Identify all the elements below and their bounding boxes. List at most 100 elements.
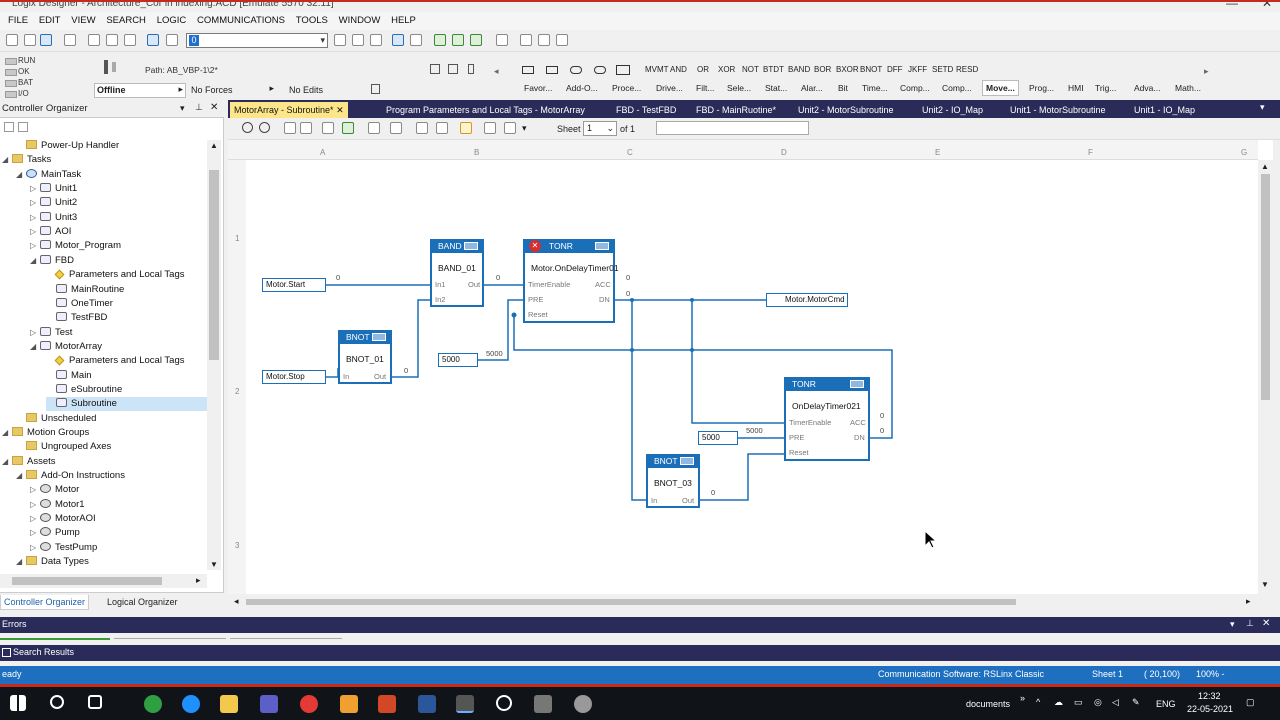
instr-or[interactable]: OR [697, 65, 709, 74]
find-icon[interactable] [334, 34, 346, 46]
tree-item[interactable]: eSubroutine [46, 383, 122, 397]
add-block-icon[interactable] [616, 65, 630, 75]
scroll-left-icon[interactable]: ◂ [234, 596, 239, 607]
browse-icon[interactable] [370, 34, 382, 46]
expand-all-icon[interactable] [18, 122, 28, 132]
block-properties-icon[interactable] [464, 242, 478, 250]
app3-icon[interactable] [574, 695, 592, 713]
expand-toggle-icon[interactable]: ▷ [30, 196, 40, 210]
tree-item[interactable]: OneTimer [46, 297, 113, 311]
pin-timerenable[interactable]: TimerEnable [528, 280, 570, 289]
tree-item[interactable]: Parameters and Local Tags [46, 268, 184, 282]
menu-communications[interactable]: COMMUNICATIONS [193, 12, 289, 26]
new-icon[interactable] [6, 34, 18, 46]
tab-unit2-motorsubroutine[interactable]: Unit2 - MotorSubroutine [794, 102, 898, 118]
tree-item[interactable]: ▷ Unit3 [30, 211, 77, 225]
expand-toggle-icon[interactable]: ◢ [2, 455, 12, 469]
expand-toggle-icon[interactable]: ▷ [30, 211, 40, 225]
instr-btdt[interactable]: BTDT [763, 65, 784, 74]
tree-item[interactable]: ▷ TestPump [30, 541, 97, 555]
pin-pre[interactable]: PRE [528, 295, 543, 304]
instr-bxor[interactable]: BXOR [836, 65, 859, 74]
scroll-thumb[interactable] [1261, 174, 1270, 400]
block-bnot-01[interactable]: BNOT BNOT_01 In Out [338, 330, 392, 384]
scroll-down-icon[interactable]: ▼ [1261, 580, 1269, 589]
expand-toggle-icon[interactable]: ◢ [2, 426, 12, 440]
output-ref-icon[interactable] [546, 66, 558, 74]
pin-pre[interactable]: PRE [789, 433, 804, 442]
tabs-dropdown-icon[interactable]: ▾ [1260, 102, 1265, 113]
scroll-up-icon[interactable]: ▲ [210, 141, 218, 150]
cat-advanced[interactable]: Adva... [1134, 83, 1160, 93]
pin-reset[interactable]: Reset [789, 448, 809, 457]
grid-icon[interactable] [436, 122, 448, 134]
tab-fbd-testfbd[interactable]: FBD - TestFBD [612, 102, 680, 118]
notifications-icon[interactable]: ▢ [1246, 697, 1255, 708]
cat-trig[interactable]: Trig... [1095, 83, 1116, 93]
align-icon[interactable] [416, 122, 428, 134]
const-pre2[interactable]: 5000 [698, 431, 738, 445]
instr-band[interactable]: BAND [788, 65, 810, 74]
instr-and[interactable]: AND [670, 65, 687, 74]
tree-item[interactable]: MainRoutine [46, 283, 124, 297]
tree-item[interactable]: Ungrouped Axes [16, 440, 111, 454]
cat-drives[interactable]: Drive... [656, 83, 683, 93]
sheet-select[interactable]: 1 ⌄ [583, 121, 617, 136]
tree-item[interactable]: ◢ Motion Groups [2, 426, 89, 440]
delete-sheet-icon[interactable] [368, 122, 380, 134]
warning-tab[interactable] [114, 638, 226, 645]
pin-out[interactable]: Out [374, 372, 386, 381]
cat-timer[interactable]: Time... [862, 83, 888, 93]
tree-item[interactable]: ◢ MainTask [16, 168, 81, 182]
cat-alarms[interactable]: Alar... [801, 83, 823, 93]
instr-dff[interactable]: DFF [887, 65, 903, 74]
cat-math[interactable]: Math... [1175, 83, 1201, 93]
tab-unit1-motorsubroutine[interactable]: Unit1 - MotorSubroutine [1006, 102, 1110, 118]
expand-toggle-icon[interactable]: ◢ [30, 340, 40, 354]
upload-icon[interactable] [452, 34, 464, 46]
tree-item[interactable]: ▷ Unit1 [30, 182, 77, 196]
collapse-all-icon[interactable] [4, 122, 14, 132]
menu-search[interactable]: SEARCH [102, 12, 150, 26]
tile-icon[interactable] [538, 34, 550, 46]
cat-filters[interactable]: Filt... [696, 83, 714, 93]
close-icon[interactable]: ✕ [1262, 618, 1270, 629]
pin-timerenable[interactable]: TimerEnable [789, 418, 831, 427]
output-wire-connector-icon[interactable] [594, 66, 606, 74]
cat-compute[interactable]: Comp... [942, 83, 972, 93]
instr-resd[interactable]: RESD [956, 65, 978, 74]
forces-dropdown[interactable]: No Forces ▸ [188, 83, 280, 98]
input-wire-connector-icon[interactable] [570, 66, 582, 74]
block-tonr-02[interactable]: TONR OnDelayTimer021 TimerEnable ACC PRE… [784, 377, 870, 461]
new-sheet-icon[interactable] [342, 122, 354, 134]
tree-item[interactable]: ◢ Tasks [2, 153, 51, 167]
expand-toggle-icon[interactable]: ▷ [30, 512, 40, 526]
tree-item[interactable]: ▷ Test [30, 326, 72, 340]
expand-toggle-icon[interactable]: ▷ [30, 182, 40, 196]
scroll-right-icon[interactable]: ▸ [196, 575, 201, 586]
close-button[interactable]: ✕ [1262, 2, 1272, 10]
expand-toggle-icon[interactable]: ▷ [30, 498, 40, 512]
ie-icon[interactable] [182, 695, 200, 713]
tree-item[interactable]: ▷ Motor [30, 483, 79, 497]
paste-icon[interactable] [124, 34, 136, 46]
network-icon[interactable]: ◎ [1094, 697, 1102, 708]
clock-time[interactable]: 12:32 [1198, 691, 1221, 701]
search-icon[interactable] [50, 695, 64, 709]
paste-element-icon[interactable] [322, 122, 334, 134]
expand-toggle-icon[interactable]: ◢ [16, 469, 26, 483]
pin-icon[interactable]: ⊥ [195, 102, 203, 113]
tree-item[interactable]: ◢ Data Types [16, 555, 89, 569]
tree-item[interactable]: Subroutine [46, 397, 207, 412]
cat-program[interactable]: Prog... [1029, 83, 1054, 93]
app-icon[interactable] [340, 695, 358, 713]
pin-out[interactable]: Out [468, 280, 480, 289]
cat-statistical[interactable]: Stat... [765, 83, 787, 93]
expand-toggle-icon[interactable]: ▷ [30, 326, 40, 340]
pin-acc[interactable]: ACC [595, 280, 611, 289]
scroll-up-icon[interactable]: ▲ [1261, 162, 1269, 171]
chevron-down-icon[interactable]: ▾ [522, 123, 527, 134]
verify-icon[interactable] [392, 34, 404, 46]
find-next-icon[interactable] [352, 34, 364, 46]
tree-item[interactable]: Main [46, 369, 92, 383]
